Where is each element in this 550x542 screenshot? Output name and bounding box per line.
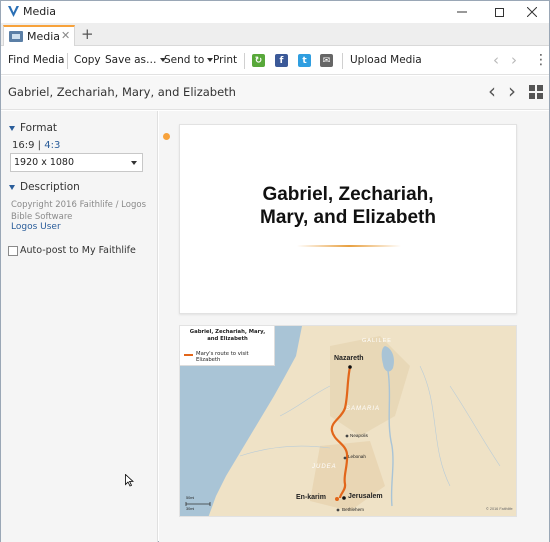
- region-label-samaria: SAMARIA: [346, 406, 381, 412]
- logos-user-link[interactable]: Logos User: [11, 222, 61, 232]
- route-legend-label: Mary's route to visit Elizabeth: [196, 351, 249, 363]
- media-header: Gabriel, Zechariah, Mary, and Elizabeth …: [1, 76, 549, 110]
- grid-view-icon[interactable]: [529, 85, 543, 99]
- autopost-label[interactable]: Auto-post to My Faithlife: [20, 245, 136, 256]
- tab-media[interactable]: Media ✕: [3, 25, 75, 46]
- scale-label-km: 50mi: [186, 496, 195, 500]
- toolbar-divider: [67, 53, 68, 69]
- town-label-nazareth: Nazareth: [334, 355, 364, 362]
- legend-title-line2: and Elizabeth: [207, 336, 248, 342]
- aspect-ratio-selector: 16:9 | 4:3: [12, 140, 60, 151]
- map-legend: Gabriel, Zechariah, Mary, and Elizabeth …: [180, 326, 275, 366]
- toolbar-divider: [342, 53, 343, 69]
- description-section-toggle[interactable]: Description: [9, 181, 80, 193]
- slide-title-line2: Mary, and Elizabeth: [260, 207, 436, 228]
- legend-title: Gabriel, Zechariah, Mary, and Elizabeth: [180, 329, 275, 343]
- autopost-checkbox[interactable]: [8, 246, 18, 256]
- copyright-text: Copyright 2016 Faithlife / Logos Bible S…: [11, 200, 146, 222]
- maximize-icon: [494, 7, 504, 17]
- ratio-4-3[interactable]: 4:3: [44, 140, 60, 151]
- media-window: Media Media ✕ + Find Media Copy Save as……: [0, 0, 550, 542]
- media-preview-area: Gabriel, Zechariah, Mary, and Elizabeth: [159, 111, 549, 542]
- scale-label-mi: 30mi: [186, 507, 195, 511]
- description-label: Description: [20, 181, 80, 193]
- tab-bar: Media ✕ +: [1, 23, 549, 46]
- forward-icon[interactable]: ›: [511, 51, 517, 69]
- send-to-label: Send to: [164, 54, 205, 66]
- save-as-label: Save as…: [105, 54, 157, 66]
- page-title: Gabriel, Zechariah, Mary, and Elizabeth: [8, 85, 236, 99]
- next-icon[interactable]: ›: [508, 79, 516, 103]
- maximize-button[interactable]: [482, 1, 516, 23]
- media-tab-icon: [9, 31, 23, 42]
- format-section-toggle[interactable]: Format: [9, 122, 57, 134]
- close-icon: [527, 7, 537, 17]
- twitter-icon[interactable]: t: [298, 54, 311, 67]
- toolbar-divider: [244, 53, 245, 69]
- slide-decorative-rule: [297, 245, 401, 247]
- route-legend-swatch: [184, 354, 193, 356]
- legend-title-line1: Gabriel, Zechariah, Mary,: [189, 329, 266, 335]
- chevron-down-icon: [131, 161, 137, 165]
- upload-media-button[interactable]: Upload Media: [350, 54, 422, 66]
- back-icon[interactable]: ‹: [493, 51, 499, 69]
- mouse-cursor-icon: [125, 474, 134, 487]
- slide-title-line1: Gabriel, Zechariah,: [262, 184, 434, 205]
- selected-indicator-dot: [163, 133, 170, 140]
- logos-app-icon: [8, 6, 19, 17]
- green-share-icon[interactable]: ↻: [252, 54, 265, 67]
- minimize-button[interactable]: [445, 1, 479, 23]
- town-label-bethlehem: Bethlehem: [342, 507, 364, 512]
- ratio-separator: |: [37, 140, 42, 151]
- town-label-jerusalem: Jerusalem: [348, 493, 383, 500]
- town-label-en-karim: En-karim: [296, 494, 326, 501]
- email-icon[interactable]: ✉: [320, 54, 333, 67]
- window-title: Media: [23, 5, 57, 18]
- more-icon[interactable]: ⋮: [534, 52, 548, 68]
- slide-title: Gabriel, Zechariah, Mary, and Elizabeth: [180, 183, 516, 229]
- add-tab-button[interactable]: +: [81, 25, 94, 43]
- facebook-icon[interactable]: f: [275, 54, 288, 67]
- town-label-lebonah: Lebonah: [348, 454, 366, 459]
- resolution-value: 1920 x 1080: [14, 157, 75, 168]
- expand-triangle-icon: [9, 184, 15, 190]
- copy-button[interactable]: Copy: [74, 54, 101, 66]
- sidebar: Format 16:9 | 4:3 1920 x 1080 Descriptio…: [1, 111, 158, 542]
- title-bar: Media: [1, 1, 549, 23]
- save-as-button[interactable]: Save as…: [105, 54, 166, 66]
- send-to-button[interactable]: Send to: [164, 54, 214, 66]
- previous-icon[interactable]: ‹: [488, 79, 496, 103]
- toolbar: Find Media Copy Save as… Send to Print ↻…: [1, 47, 549, 75]
- map-slide-thumbnail[interactable]: Gabriel, Zechariah, Mary, and Elizabeth …: [179, 325, 517, 517]
- print-button[interactable]: Print: [213, 54, 237, 66]
- title-slide-thumbnail[interactable]: Gabriel, Zechariah, Mary, and Elizabeth: [179, 124, 517, 314]
- expand-triangle-icon: [9, 125, 15, 131]
- format-label: Format: [20, 122, 58, 134]
- tab-label: Media: [27, 30, 61, 43]
- region-label-judea: JUDEA: [312, 464, 337, 470]
- resolution-select[interactable]: 1920 x 1080: [10, 153, 143, 172]
- ratio-16-9[interactable]: 16:9: [12, 140, 34, 151]
- close-window-button[interactable]: [515, 1, 549, 23]
- map-credit: © 2016 Faithlife: [486, 507, 513, 511]
- town-label-neapolis: Neapolis: [350, 433, 368, 438]
- find-media-button[interactable]: Find Media: [8, 54, 64, 66]
- tab-close-button[interactable]: ✕: [61, 29, 70, 42]
- region-label-galilee: GALILEE: [362, 338, 392, 344]
- minimize-icon: [457, 11, 467, 13]
